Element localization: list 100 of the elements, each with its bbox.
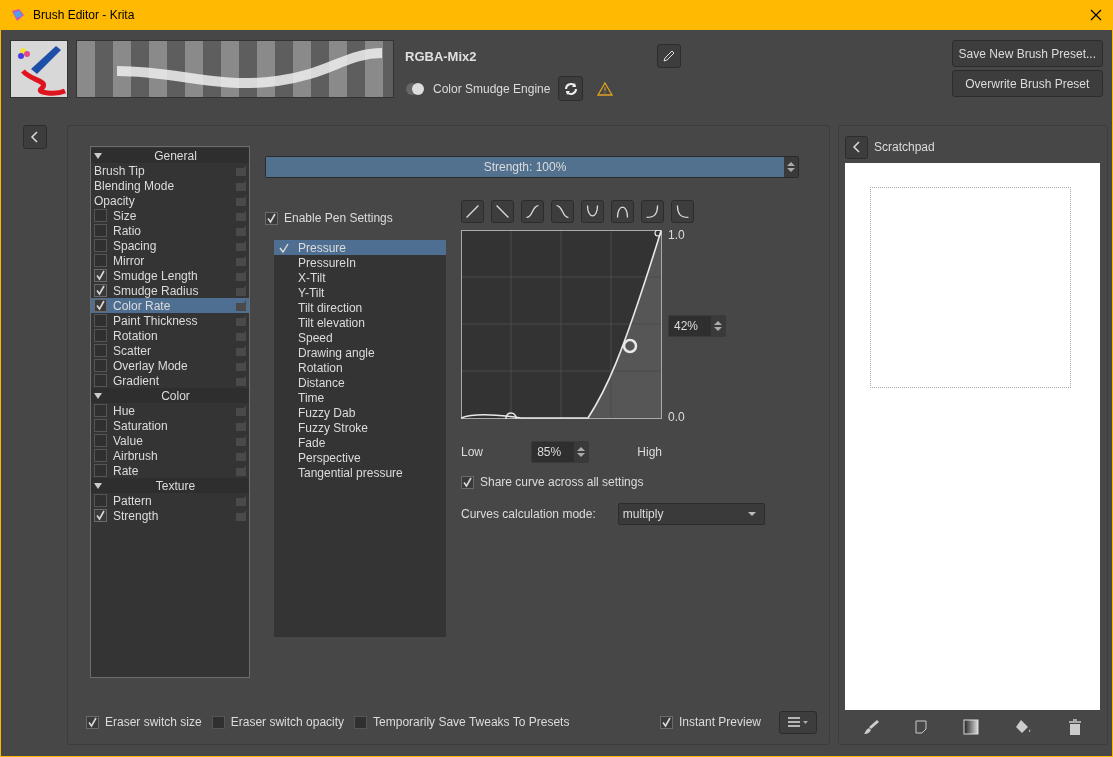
option-row[interactable]: Overlay Mode — [91, 358, 249, 373]
option-row[interactable]: Gradient — [91, 373, 249, 388]
lock-icon[interactable] — [236, 300, 246, 311]
sensor-row[interactable]: Tilt elevation — [274, 315, 446, 330]
sensor-row[interactable]: Rotation — [274, 360, 446, 375]
spin-arrows-icon[interactable] — [784, 157, 798, 177]
checkbox[interactable] — [94, 419, 107, 432]
option-row[interactable]: Smudge Radius — [91, 283, 249, 298]
checkbox[interactable] — [94, 494, 107, 507]
section-header[interactable]: Color — [91, 388, 249, 403]
checkbox[interactable] — [354, 715, 368, 729]
sensor-row[interactable]: PressureIn — [274, 255, 446, 270]
brush-icon[interactable] — [863, 719, 879, 735]
paint-bucket-icon[interactable] — [1015, 719, 1032, 735]
range-value-field[interactable]: 85% — [531, 441, 590, 463]
checkbox[interactable] — [659, 715, 673, 729]
collapse-button[interactable] — [845, 135, 868, 159]
option-row[interactable]: Hue — [91, 403, 249, 418]
point-value-field[interactable]: 42% — [668, 315, 726, 337]
inverse-curve-icon[interactable] — [491, 200, 514, 223]
sensor-row[interactable]: Fuzzy Dab — [274, 405, 446, 420]
trash-icon[interactable] — [1068, 719, 1082, 735]
engine-toggle-icon[interactable] — [405, 81, 425, 96]
checkbox[interactable] — [94, 434, 107, 447]
sensor-row[interactable]: Drawing angle — [274, 345, 446, 360]
sensor-row[interactable]: Fade — [274, 435, 446, 450]
collapse-button[interactable] — [23, 125, 47, 149]
expanded-triangle-icon[interactable] — [94, 391, 102, 400]
linear-curve-icon[interactable] — [461, 200, 484, 223]
option-row[interactable]: Scatter — [91, 343, 249, 358]
spin-arrows-icon[interactable] — [574, 442, 589, 462]
option-row[interactable]: Color Rate — [91, 298, 249, 313]
option-row[interactable]: Rotation — [91, 328, 249, 343]
inverse-s-curve-icon[interactable] — [551, 200, 574, 223]
checkbox[interactable] — [94, 509, 107, 522]
option-row[interactable]: Paint Thickness — [91, 313, 249, 328]
option-row[interactable]: Smudge Length — [91, 268, 249, 283]
sensor-row[interactable]: Fuzzy Stroke — [274, 420, 446, 435]
section-header[interactable]: General — [91, 148, 249, 163]
mode-dropdown[interactable]: multiply — [617, 503, 765, 525]
checkbox[interactable] — [94, 329, 107, 342]
sensor-row[interactable]: Time — [274, 390, 446, 405]
sensor-row[interactable]: X-Tilt — [274, 270, 446, 285]
option-row[interactable]: Ratio — [91, 223, 249, 238]
checkbox[interactable] — [94, 269, 107, 282]
expanded-triangle-icon[interactable] — [94, 151, 102, 160]
reload-button[interactable] — [558, 76, 584, 101]
checkbox[interactable] — [94, 239, 107, 252]
option-row[interactable]: Value — [91, 433, 249, 448]
concave-curve-icon[interactable] — [671, 200, 694, 223]
option-row[interactable]: Blending Mode — [91, 178, 249, 193]
checkbox[interactable] — [94, 374, 107, 387]
u-curve-icon[interactable] — [581, 200, 604, 223]
option-row[interactable]: Pattern — [91, 493, 249, 508]
option-row[interactable]: Mirror — [91, 253, 249, 268]
spin-arrows-icon[interactable] — [711, 316, 725, 336]
sensor-row[interactable]: Speed — [274, 330, 446, 345]
close-icon[interactable] — [1090, 9, 1102, 21]
sensor-row[interactable]: Perspective — [274, 450, 446, 465]
option-row[interactable]: Rate — [91, 463, 249, 478]
edit-name-button[interactable] — [657, 44, 681, 68]
section-header[interactable]: Texture — [91, 478, 249, 493]
option-row[interactable]: Strength — [91, 508, 249, 523]
sensor-row[interactable]: Pressure — [274, 240, 446, 255]
checkbox[interactable] — [94, 449, 107, 462]
checkbox[interactable] — [94, 254, 107, 267]
checkbox[interactable] — [211, 715, 225, 729]
checkbox[interactable] — [94, 464, 107, 477]
convex-curve-icon[interactable] — [641, 200, 664, 223]
checkbox[interactable] — [461, 475, 474, 489]
checkbox[interactable] — [94, 404, 107, 417]
checkbox[interactable] — [265, 211, 278, 225]
checkbox[interactable] — [86, 715, 99, 729]
checkbox[interactable] — [94, 224, 107, 237]
option-row[interactable]: Spacing — [91, 238, 249, 253]
curve-graph[interactable] — [461, 230, 662, 419]
checkbox[interactable] — [94, 284, 107, 297]
preset-button[interactable]: Overwrite Brush Preset — [951, 70, 1103, 97]
strength-slider[interactable]: Strength: 100% — [265, 156, 799, 178]
checkbox[interactable] — [94, 209, 107, 222]
checkbox[interactable] — [94, 344, 107, 357]
option-row[interactable]: Opacity — [91, 193, 249, 208]
page-icon[interactable] — [915, 720, 927, 734]
gradient-icon[interactable] — [963, 719, 979, 735]
checkbox[interactable] — [94, 299, 107, 312]
option-row[interactable]: Brush Tip — [91, 163, 249, 178]
menu-button[interactable] — [779, 710, 817, 734]
check-mark-icon[interactable] — [278, 241, 290, 254]
s-curve-icon[interactable] — [521, 200, 544, 223]
option-row[interactable]: Size — [91, 208, 249, 223]
checkbox[interactable] — [94, 314, 107, 327]
sensor-row[interactable]: Distance — [274, 375, 446, 390]
sensor-row[interactable]: Tilt direction — [274, 300, 446, 315]
expanded-triangle-icon[interactable] — [94, 481, 102, 490]
sensor-row[interactable]: Tangential pressure — [274, 465, 446, 480]
option-row[interactable]: Airbrush — [91, 448, 249, 463]
preset-button[interactable]: Save New Brush Preset... — [951, 40, 1103, 67]
sensor-row[interactable]: Y-Tilt — [274, 285, 446, 300]
arch-curve-icon[interactable] — [611, 200, 634, 223]
checkbox[interactable] — [94, 359, 107, 372]
